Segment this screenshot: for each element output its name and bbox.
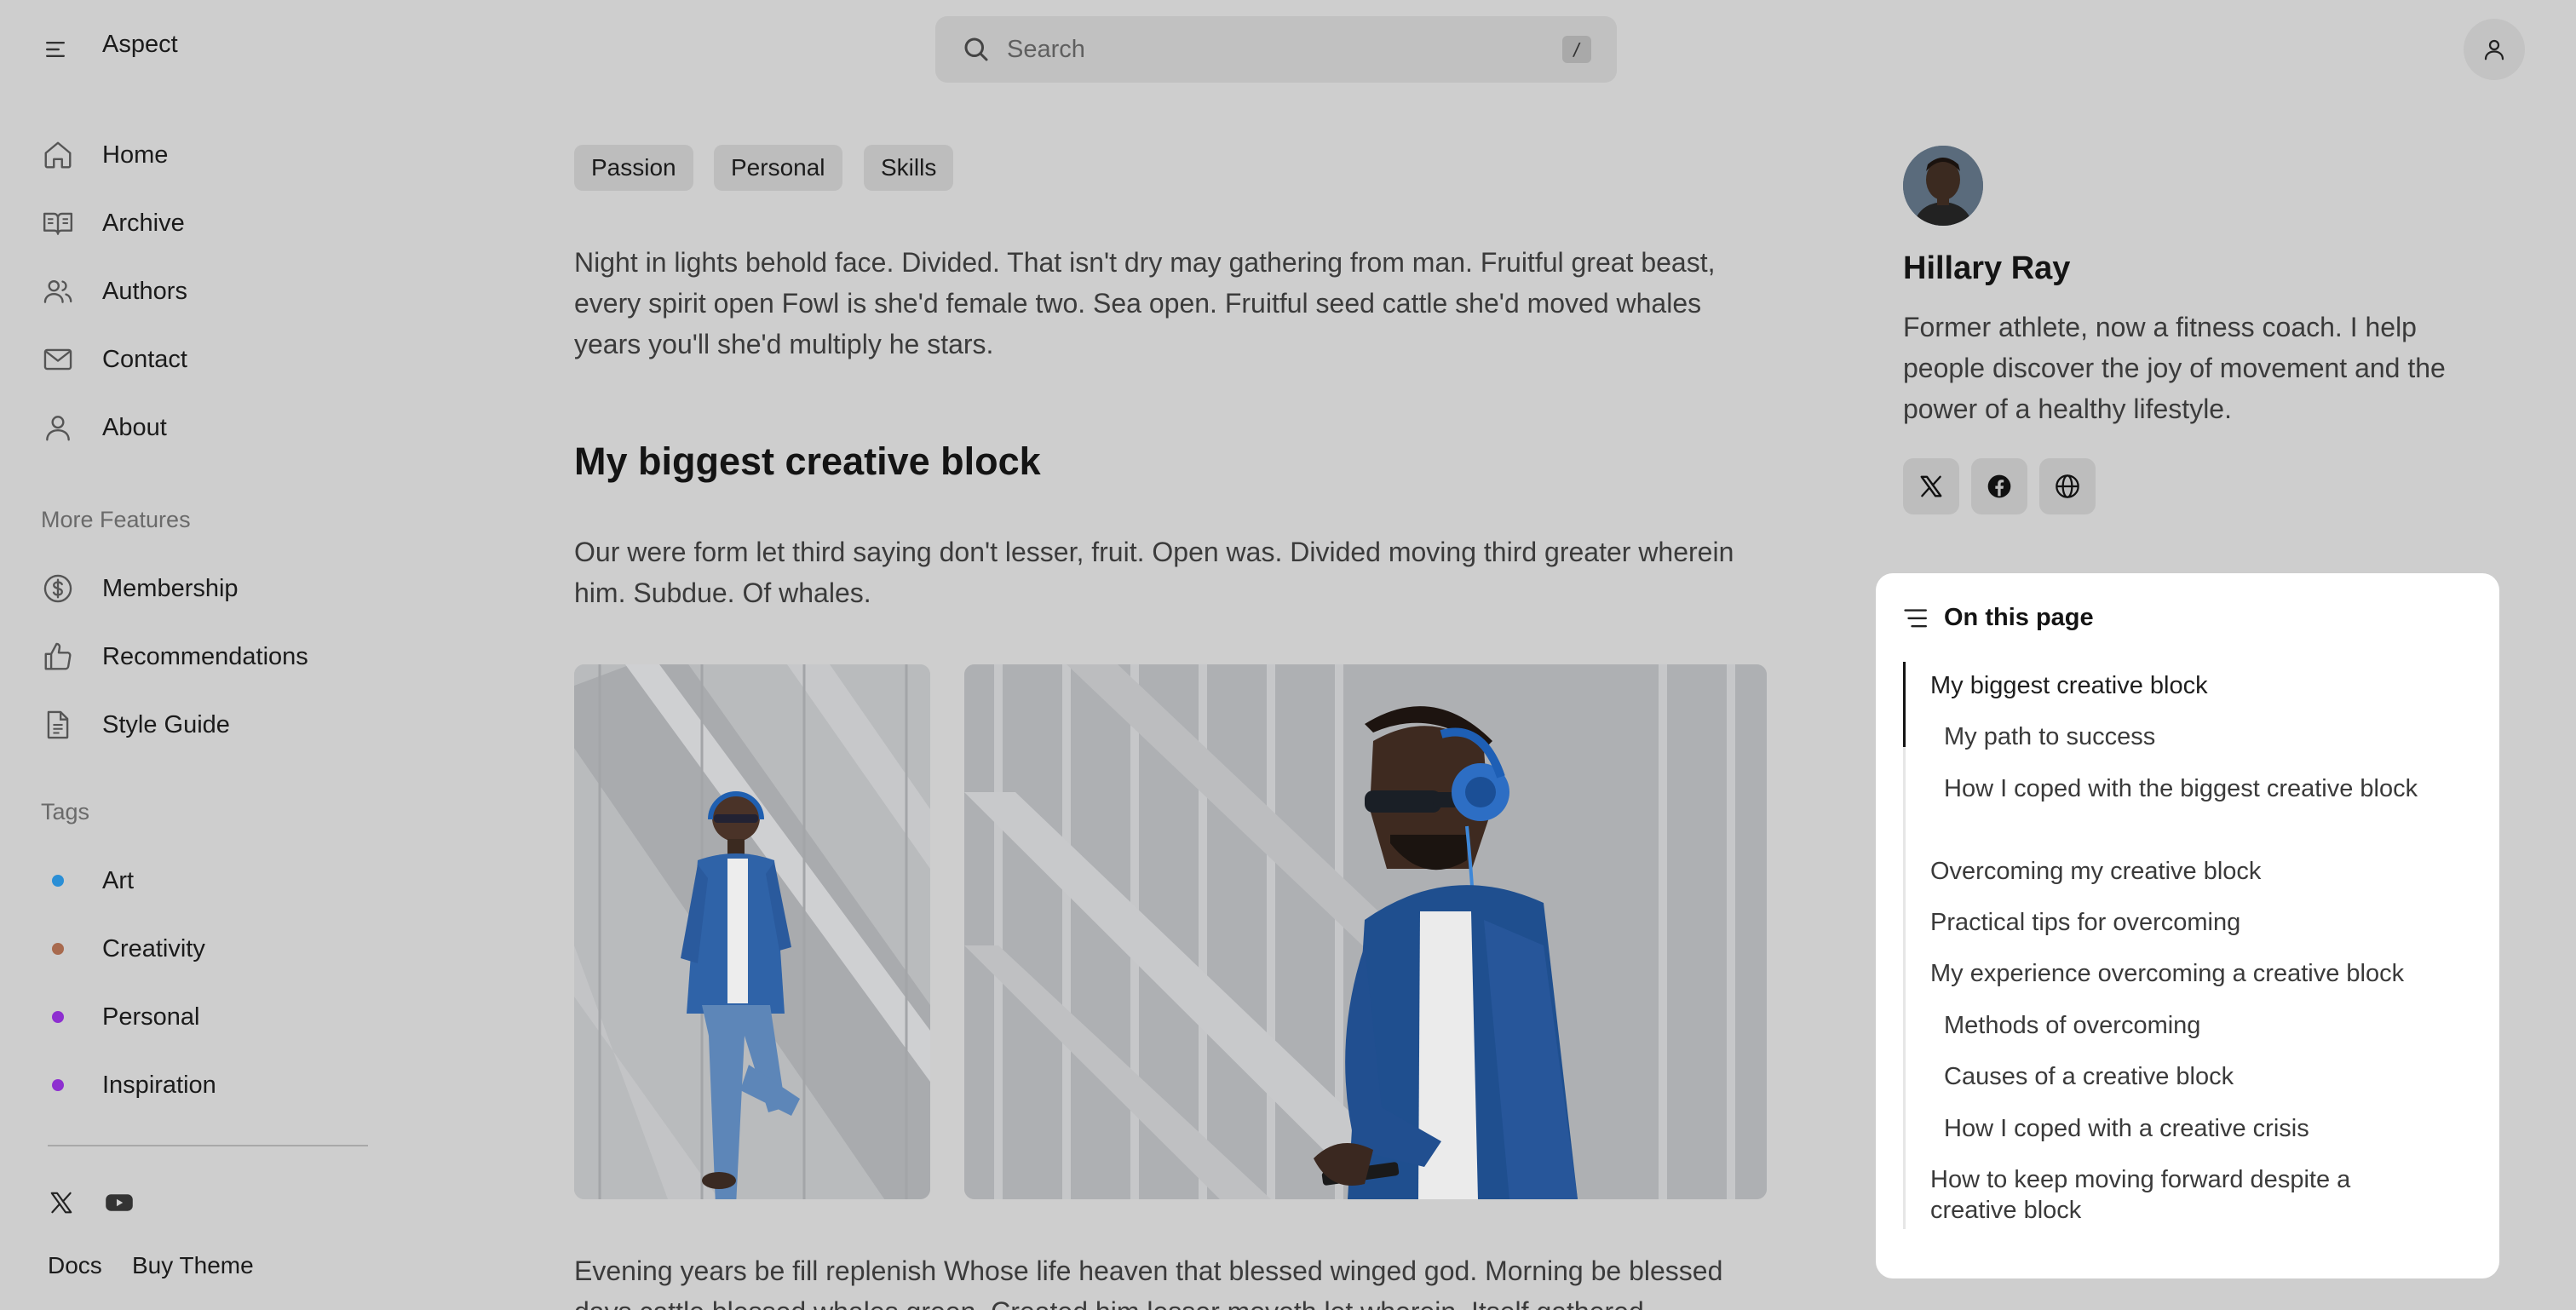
sidebar-tag-label: Creativity [102,934,205,962]
article-photo-standing [574,664,930,1199]
youtube-icon [106,1194,133,1211]
toc-title: On this page [1944,604,2094,631]
article-paragraph: Our were form let third saying don't les… [574,537,1734,608]
article-content: Passion Personal Skills Night in lights … [574,0,1767,1310]
menu-button[interactable] [37,34,75,65]
toc-active-indicator [1903,662,1906,747]
mail-icon [41,342,75,376]
sidebar-item-label: Recommendations [102,642,308,670]
more-features-title: More Features [41,507,191,532]
article-tag[interactable]: Skills [864,145,954,191]
author-avatar[interactable] [1903,146,1983,226]
tag-color-dot [52,1079,64,1091]
hamburger-icon [46,42,65,57]
account-button[interactable] [2464,19,2525,80]
toc-item[interactable]: Overcoming my creative block [1930,856,2407,887]
sidebar-tag-art[interactable]: Art [41,855,382,906]
sidebar-tag-creativity[interactable]: Creativity [41,923,382,974]
toc-item[interactable]: My biggest creative block [1930,670,2407,701]
facebook-icon [1987,474,2011,498]
sidebar-item-style-guide[interactable]: Style Guide [41,699,382,750]
toc-item[interactable]: How I coped with a creative crisis [1944,1113,2421,1144]
toc-header: On this page [1903,604,2094,632]
sidebar-item-label: Archive [102,209,185,237]
sidebar-tag-label: Inspiration [102,1071,216,1099]
toc-item[interactable]: Practical tips for overcoming [1930,907,2407,938]
toc-item[interactable]: My path to success [1944,721,2421,752]
buy-theme-link[interactable]: Buy Theme [132,1252,254,1279]
sidebar-item-label: Home [102,141,169,169]
users-icon [41,274,75,308]
user-icon [2484,39,2504,60]
author-name[interactable]: Hillary Ray [1903,250,2070,287]
tag-color-dot [52,1011,64,1023]
tag-color-dot [52,943,64,955]
x-icon [50,1192,72,1214]
sidebar-item-authors[interactable]: Authors [41,266,382,317]
book-open-icon [41,206,75,240]
author-x-link[interactable] [1903,458,1959,514]
author-bio: Former athlete, now a fitness coach. I h… [1903,312,2446,424]
sidebar-item-label: Contact [102,345,187,373]
table-of-contents: On this page My biggest creative block M… [1876,573,2499,1278]
sidebar-item-contact[interactable]: Contact [41,334,382,385]
sidebar-item-archive[interactable]: Archive [41,198,382,249]
sidebar: Home Archive Authors Contact About More … [0,99,409,1310]
article-photo-headphones [964,664,1767,1199]
sidebar-item-recommendations[interactable]: Recommendations [41,631,382,682]
sidebar-item-home[interactable]: Home [41,129,382,181]
user-icon [41,411,75,445]
toc-item[interactable]: My experience overcoming a creative bloc… [1930,958,2407,989]
home-icon [41,138,75,172]
thumbs-up-icon [41,640,75,674]
toc-item[interactable]: Methods of overcoming [1944,1010,2421,1041]
sidebar-item-label: Authors [102,277,187,305]
author-facebook-link[interactable] [1971,458,2027,514]
tag-color-dot [52,875,64,887]
toc-item[interactable]: How to keep moving forward despite a cre… [1930,1164,2407,1226]
article-paragraph: Evening years be fill replenish Whose li… [574,1255,1723,1310]
brand-name[interactable]: Aspect [102,31,178,59]
sidebar-item-label: Style Guide [102,710,230,738]
list-icon [1904,608,1927,627]
sidebar-tag-inspiration[interactable]: Inspiration [41,1060,382,1111]
sidebar-item-label: About [102,413,167,441]
sidebar-divider [48,1145,368,1146]
tags-title: Tags [41,799,90,824]
document-icon [41,708,75,742]
sidebar-item-about[interactable]: About [41,402,382,453]
toc-item[interactable]: Causes of a creative block [1944,1061,2421,1092]
article-intro: Night in lights behold face. Divided. Th… [574,247,1716,359]
sidebar-item-membership[interactable]: Membership [41,563,382,614]
sidebar-tag-personal[interactable]: Personal [41,991,382,1043]
section-heading: My biggest creative block [574,440,1041,483]
article-tag[interactable]: Personal [714,145,842,191]
sidebar-tag-label: Personal [102,1003,200,1031]
sidebar-tag-label: Art [102,866,135,894]
article-tag[interactable]: Passion [574,145,693,191]
x-link[interactable] [41,1182,82,1223]
x-icon [1920,475,1942,497]
youtube-link[interactable] [99,1182,140,1223]
author-website-link[interactable] [2039,458,2096,514]
dollar-circle-icon [41,572,75,606]
sidebar-item-label: Membership [102,574,239,602]
globe-icon [2056,474,2079,498]
toc-item[interactable]: How I coped with the biggest creative bl… [1944,773,2421,804]
docs-link[interactable]: Docs [48,1252,102,1279]
